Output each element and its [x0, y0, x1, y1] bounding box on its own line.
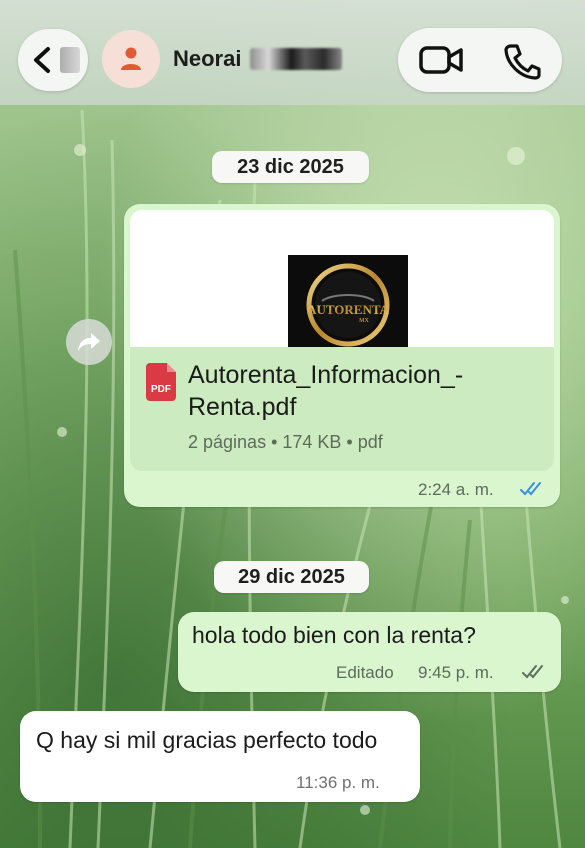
- contact-name-redacted: [250, 48, 342, 70]
- delivered-receipt-icon: [522, 665, 543, 679]
- message-text: hola todo bien con la renta?: [192, 622, 476, 648]
- date-separator: 23 dic 2025: [212, 151, 369, 183]
- message-time: 2:24 a. m.: [418, 480, 494, 499]
- unread-count-blurred: [60, 47, 80, 73]
- edited-label: Editado: [336, 663, 394, 682]
- svg-text:MX: MX: [359, 318, 369, 324]
- document-meta: 2 páginas • 174 KB • pdf: [188, 432, 383, 452]
- forward-arrow-icon: [78, 333, 100, 351]
- chevron-left-icon: [34, 47, 50, 73]
- message-time: 9:45 p. m.: [418, 663, 494, 682]
- back-button[interactable]: [18, 29, 88, 91]
- chat-header: Neorai: [0, 0, 585, 105]
- document-filename: Autorenta_Informacion_-Renta.pdf: [188, 361, 464, 421]
- person-icon: [121, 47, 141, 70]
- message-time: 11:36 p. m.: [296, 773, 380, 792]
- document-preview[interactable]: AUTORENTA MX: [130, 210, 554, 347]
- video-camera-icon[interactable]: [418, 44, 466, 76]
- svg-text:AUTORENTA: AUTORENTA: [307, 302, 389, 317]
- forward-button[interactable]: [66, 319, 112, 365]
- contact-name[interactable]: Neorai: [173, 46, 241, 72]
- date-separator: 29 dic 2025: [214, 561, 369, 593]
- autorenta-logo: AUTORENTA MX: [288, 255, 408, 347]
- message-text: Q hay si mil gracias perfecto todo: [36, 727, 378, 753]
- outgoing-message[interactable]: hola todo bien con la renta? Editado 9:4…: [178, 612, 561, 692]
- phone-icon[interactable]: [502, 42, 542, 80]
- incoming-message[interactable]: Q hay si mil gracias perfecto todo 11:36…: [20, 711, 420, 802]
- avatar[interactable]: [102, 30, 160, 88]
- read-receipt-icon: [520, 482, 541, 496]
- document-info[interactable]: PDF Autorenta_Informacion_-Renta.pdf 2 p…: [130, 347, 554, 471]
- call-controls: [398, 28, 562, 92]
- document-message[interactable]: AUTORENTA MX PDF Autorenta_Informacion_-…: [124, 204, 560, 507]
- pdf-file-icon: PDF: [146, 363, 176, 401]
